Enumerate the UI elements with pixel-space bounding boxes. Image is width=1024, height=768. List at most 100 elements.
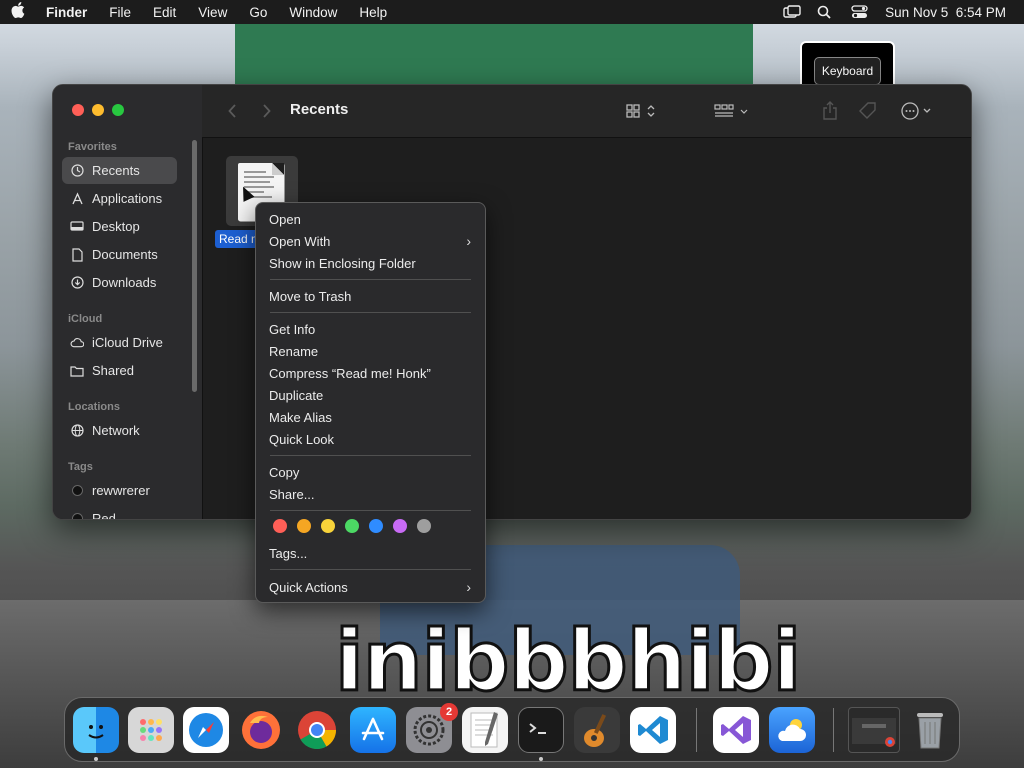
menu-item-show-enclosing-folder[interactable]: Show in Enclosing Folder [262,252,479,274]
dock-separator [696,708,697,752]
tag-color-purple[interactable] [393,519,407,533]
menu-separator [270,312,471,313]
menu-view[interactable]: View [187,5,238,20]
sidebar-item-label: Shared [92,363,134,378]
safari-dock-icon[interactable] [183,707,229,753]
minimize-button[interactable] [92,104,104,116]
sidebar-item-label: Network [92,423,140,438]
finder-toolbar: Recents [202,85,971,138]
sidebar-item-label: Applications [92,191,163,206]
tag-color-red[interactable] [273,519,287,533]
terminal-dock-icon[interactable] [518,707,564,753]
menubar-clock[interactable]: Sun Nov 5 6:54 PM [885,5,1006,20]
sidebar-item-documents[interactable]: Documents [62,241,177,268]
context-menu: Open Open With › Show in Enclosing Folde… [255,202,486,603]
spotlight-search-icon[interactable] [817,5,835,19]
finder-window: Favorites Recents Applications Desktop D… [52,84,972,520]
menu-go[interactable]: Go [238,5,278,20]
finder-dock-icon[interactable] [73,707,119,753]
chrome-window-thumbnail[interactable] [848,707,900,753]
sidebar-item-tag-red[interactable]: Red [62,505,177,519]
tag-color-green[interactable] [345,519,359,533]
tooltip-label: Keyboard [813,56,882,85]
menu-item-compress[interactable]: Compress “Read me! Honk” [262,362,479,384]
sidebar-item-label: rewwrerer [92,483,150,498]
menu-separator [270,455,471,456]
view-mode-button[interactable] [625,99,661,123]
tag-color-blue[interactable] [369,519,383,533]
menu-app-name[interactable]: Finder [36,5,98,20]
menu-item-open-with[interactable]: Open With › [262,230,479,252]
menu-item-get-info[interactable]: Get Info [262,318,479,340]
close-button[interactable] [72,104,84,116]
more-actions-icon[interactable] [900,99,936,123]
sidebar-item-label: Recents [92,163,140,178]
sidebar-item-icloud-drive[interactable]: iCloud Drive [62,329,177,356]
tag-color-orange[interactable] [297,519,311,533]
menu-item-quick-look[interactable]: Quick Look [262,428,479,450]
group-by-button[interactable] [713,99,751,123]
window-title: Recents [290,101,349,118]
sidebar-item-shared[interactable]: Shared [62,357,177,384]
sidebar-scrollbar[interactable] [192,140,197,392]
back-button[interactable] [224,99,240,123]
menu-item-label: Open With [269,233,331,249]
tag-color-yellow[interactable] [321,519,335,533]
menu-help[interactable]: Help [348,5,398,20]
sidebar-item-label: Documents [92,247,158,262]
chrome-dock-icon[interactable] [294,707,340,753]
menu-bar: Finder File Edit View Go Window Help Sun… [0,0,1024,24]
menu-item-quick-actions[interactable]: Quick Actions › [262,576,479,598]
sidebar-item-tag-rewwrerer[interactable]: rewwrerer [62,477,177,504]
garageband-dock-icon[interactable] [574,707,620,753]
menu-edit[interactable]: Edit [142,5,187,20]
apple-menu-icon[interactable] [0,2,36,22]
control-center-icon[interactable] [851,5,869,19]
sidebar-item-recents[interactable]: Recents [62,157,177,184]
visual-studio-dock-icon[interactable] [713,707,759,753]
tag-color-gray[interactable] [417,519,431,533]
sidebar-item-network[interactable]: Network [62,417,177,444]
app-store-dock-icon[interactable] [350,707,396,753]
sidebar-header-locations: Locations [68,401,120,413]
launchpad-dock-icon[interactable] [128,707,174,753]
menu-file[interactable]: File [98,5,142,20]
clock-icon [70,164,84,178]
zoom-button[interactable] [112,104,124,116]
running-indicator [539,757,543,761]
menu-separator [270,510,471,511]
menu-item-copy[interactable]: Copy [262,461,479,483]
weather-dock-icon[interactable] [769,707,815,753]
trash-dock-icon[interactable] [907,707,953,753]
sidebar-header-tags: Tags [68,461,93,473]
menu-item-open[interactable]: Open [262,208,479,230]
sidebar-item-desktop[interactable]: Desktop [62,213,177,240]
screen-mirroring-icon[interactable] [783,5,801,19]
menu-item-tags[interactable]: Tags... [262,542,479,564]
share-icon[interactable] [820,99,840,123]
file-name-label[interactable]: Read me! Honk [215,230,259,248]
menu-item-make-alias[interactable]: Make Alias [262,406,479,428]
menu-window[interactable]: Window [278,5,348,20]
tag-icon[interactable] [858,99,878,123]
chevron-right-icon: › [466,233,471,249]
running-indicator [94,757,98,761]
dock-separator [833,708,834,752]
menu-item-share[interactable]: Share... [262,483,479,505]
system-settings-dock-icon[interactable]: 2 [406,703,458,753]
wallpaper-meme-text: inibbbhibi [333,611,802,712]
sidebar-item-downloads[interactable]: Downloads [62,269,177,296]
textedit-dock-icon[interactable] [462,707,508,753]
vscode-dock-icon[interactable] [630,707,676,753]
sidebar-item-label: iCloud Drive [92,335,163,350]
menu-item-duplicate[interactable]: Duplicate [262,384,479,406]
firefox-dock-icon[interactable] [238,707,284,753]
tag-dot-icon [70,512,84,519]
sidebar-header-icloud: iCloud [68,313,103,325]
sidebar-item-applications[interactable]: Applications [62,185,177,212]
desktop-icon [70,220,84,234]
menu-item-rename[interactable]: Rename [262,340,479,362]
menu-item-move-to-trash[interactable]: Move to Trash [262,285,479,307]
forward-button[interactable] [258,99,274,123]
applications-icon [70,192,84,206]
